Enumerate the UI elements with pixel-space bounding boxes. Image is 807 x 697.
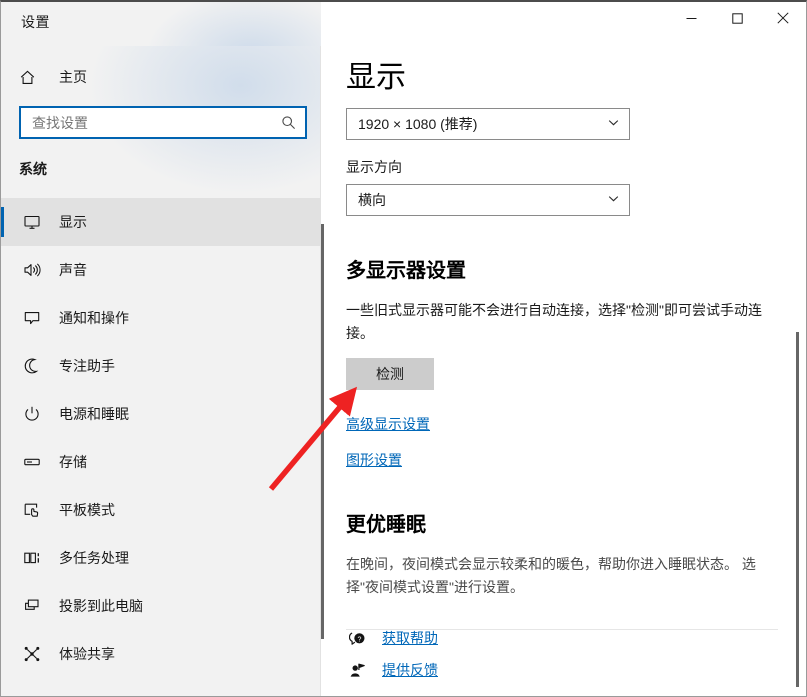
sidebar-item-projecting[interactable]: 投影到此电脑: [1, 582, 321, 630]
search-container: [19, 106, 307, 139]
minimize-button[interactable]: [668, 2, 714, 34]
give-feedback-row[interactable]: 提供反馈: [346, 654, 438, 686]
speaker-icon: [19, 261, 45, 279]
sidebar-item-focus-assist[interactable]: 专注助手: [1, 342, 321, 390]
window-controls: [668, 2, 806, 34]
home-icon: [19, 69, 45, 86]
maximize-button[interactable]: [714, 2, 760, 34]
sidebar-item-display[interactable]: 显示: [1, 198, 321, 246]
page-title: 显示: [346, 52, 778, 96]
multi-display-description: 一些旧式显示器可能不会进行自动连接，选择"检测"即可尝试手动连接。: [346, 299, 778, 344]
sidebar-item-storage[interactable]: 存储: [1, 438, 321, 486]
search-box[interactable]: [19, 106, 307, 139]
sidebar-group-title: 系统: [19, 159, 47, 179]
better-sleep-heading: 更优睡眠: [346, 508, 778, 537]
sidebar-item-projecting-label: 投影到此电脑: [59, 596, 143, 616]
orientation-value: 横向: [358, 190, 386, 210]
content-scrollbar-thumb[interactable]: [796, 332, 799, 687]
sidebar: 主页 系统: [1, 2, 321, 697]
settings-window: 主页 系统: [0, 0, 807, 697]
sidebar-item-sound-label: 声音: [59, 260, 87, 280]
projection-icon: [19, 597, 45, 615]
sidebar-item-display-label: 显示: [59, 212, 87, 232]
orientation-dropdown[interactable]: 横向: [346, 184, 630, 216]
sidebar-item-tablet-mode-label: 平板模式: [59, 500, 115, 520]
sidebar-item-sound[interactable]: 声音: [1, 246, 321, 294]
sidebar-item-multitasking-label: 多任务处理: [59, 548, 129, 568]
give-feedback-link[interactable]: 提供反馈: [382, 660, 438, 680]
get-help-row[interactable]: ? 获取帮助: [346, 622, 438, 654]
graphics-settings-link[interactable]: 图形设置: [346, 450, 402, 470]
minimize-icon: [686, 13, 697, 24]
monitor-icon: [19, 213, 45, 231]
sidebar-nav-list: 显示 声音 通知和: [1, 198, 321, 678]
sidebar-item-power-sleep-label: 电源和睡眠: [59, 404, 129, 424]
share-icon: [19, 645, 45, 663]
feedback-icon: [346, 662, 368, 679]
tablet-icon: [19, 501, 45, 519]
title-bar: 设置: [1, 2, 806, 46]
sidebar-item-home-label: 主页: [59, 67, 87, 87]
search-icon[interactable]: [277, 115, 299, 130]
resolution-value: 1920 × 1080 (推荐): [358, 114, 477, 134]
footer-links: ? 获取帮助 提供反馈: [346, 622, 438, 686]
advanced-display-settings-link[interactable]: 高级显示设置: [346, 414, 430, 434]
get-help-link[interactable]: 获取帮助: [382, 628, 438, 648]
sidebar-item-multitasking[interactable]: 多任务处理: [1, 534, 321, 582]
notification-icon: [19, 309, 45, 327]
help-icon: ?: [346, 630, 368, 647]
chevron-down-icon: [607, 192, 620, 208]
sidebar-item-shared-experiences-label: 体验共享: [59, 644, 115, 664]
sidebar-item-tablet-mode[interactable]: 平板模式: [1, 486, 321, 534]
detect-button[interactable]: 检测: [346, 358, 434, 390]
sidebar-item-notifications[interactable]: 通知和操作: [1, 294, 321, 342]
resolution-dropdown[interactable]: 1920 × 1080 (推荐): [346, 108, 630, 140]
sidebar-item-shared-experiences[interactable]: 体验共享: [1, 630, 321, 678]
multi-display-heading: 多显示器设置: [346, 254, 778, 283]
sidebar-item-notifications-label: 通知和操作: [59, 308, 129, 328]
app-title: 设置: [21, 12, 50, 32]
moon-icon: [19, 357, 45, 375]
sidebar-scrollbar-thumb[interactable]: [321, 224, 324, 639]
close-button[interactable]: [760, 2, 806, 34]
sidebar-item-power-sleep[interactable]: 电源和睡眠: [1, 390, 321, 438]
better-sleep-description: 在晚间，夜间模式会显示较柔和的暖色，帮助你进入睡眠状态。 选择"夜间模式设置"进…: [346, 553, 778, 598]
power-icon: [19, 405, 45, 423]
close-icon: [777, 12, 789, 24]
multitask-icon: [19, 549, 45, 567]
svg-text:?: ?: [357, 636, 361, 643]
orientation-label: 显示方向: [346, 157, 778, 177]
sidebar-item-home[interactable]: 主页: [1, 60, 321, 94]
search-input[interactable]: [32, 115, 277, 131]
sidebar-item-focus-assist-label: 专注助手: [59, 356, 115, 376]
main-content: 显示 1920 × 1080 (推荐) 显示方向 横向 多显示器设置 一些旧式显…: [322, 46, 806, 696]
chevron-down-icon: [607, 116, 620, 132]
storage-icon: [19, 453, 45, 471]
sidebar-item-storage-label: 存储: [59, 452, 87, 472]
maximize-icon: [732, 13, 743, 24]
